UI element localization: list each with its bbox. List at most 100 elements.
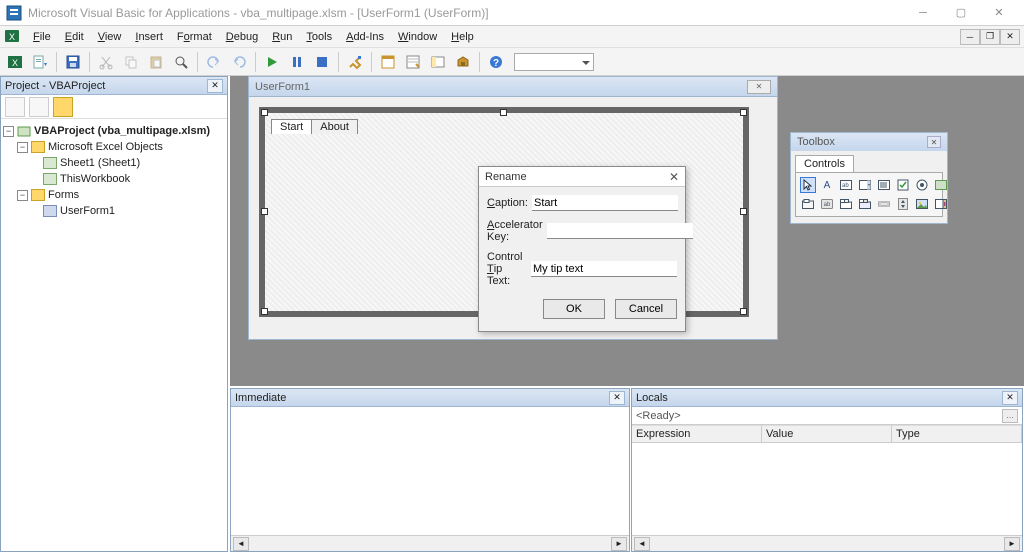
- form-designer-close-icon[interactable]: ✕: [747, 80, 771, 94]
- expand-icon[interactable]: −: [17, 190, 28, 201]
- multipage-tab-start[interactable]: Start: [271, 119, 312, 134]
- menu-edit[interactable]: Edit: [58, 29, 91, 45]
- label-tool[interactable]: A: [819, 177, 835, 193]
- multipage-control[interactable]: StartAbout: [271, 119, 357, 134]
- immediate-text[interactable]: [231, 407, 629, 535]
- find-button[interactable]: [170, 51, 192, 73]
- scroll-right[interactable]: ►: [611, 537, 627, 551]
- rename-dialog: Rename ✕ Caption: Accelerator Key: Contr…: [478, 166, 686, 332]
- image-tool[interactable]: [914, 196, 930, 212]
- scroll-right[interactable]: ►: [1004, 537, 1020, 551]
- refedit-tool[interactable]: [933, 196, 949, 212]
- select-objects-tool[interactable]: [800, 177, 816, 193]
- save-button[interactable]: [62, 51, 84, 73]
- cancel-button[interactable]: Cancel: [615, 299, 677, 319]
- tree-userform1[interactable]: UserForm1: [60, 205, 115, 217]
- run-button[interactable]: [261, 51, 283, 73]
- procedure-combo[interactable]: [514, 53, 594, 71]
- menu-run[interactable]: Run: [265, 29, 299, 45]
- menu-debug[interactable]: Debug: [219, 29, 265, 45]
- frame-tool[interactable]: [800, 196, 816, 212]
- toolbox-controls-tab[interactable]: Controls: [795, 155, 854, 172]
- properties-window-button[interactable]: [402, 51, 424, 73]
- reset-button[interactable]: [311, 51, 333, 73]
- undo-button[interactable]: [203, 51, 225, 73]
- locals-header[interactable]: Expression Value Type: [632, 425, 1022, 443]
- paste-button[interactable]: [145, 51, 167, 73]
- textbox-tool[interactable]: ab: [838, 177, 854, 193]
- folder-icon: [31, 141, 45, 153]
- insert-module-button[interactable]: [29, 51, 51, 73]
- cut-button[interactable]: [95, 51, 117, 73]
- scroll-left[interactable]: ◄: [634, 537, 650, 551]
- menu-tools[interactable]: Tools: [299, 29, 339, 45]
- design-mode-button[interactable]: [344, 51, 366, 73]
- optionbutton-tool[interactable]: [914, 177, 930, 193]
- resize-handle[interactable]: [740, 308, 747, 315]
- mdi-minimize-button[interactable]: ─: [960, 29, 980, 45]
- listbox-tool[interactable]: [876, 177, 892, 193]
- menu-file[interactable]: File: [26, 29, 58, 45]
- combobox-tool[interactable]: [857, 177, 873, 193]
- resize-handle[interactable]: [740, 208, 747, 215]
- menu-format[interactable]: Format: [170, 29, 219, 45]
- dialog-close-button[interactable]: ✕: [669, 170, 679, 184]
- resize-handle[interactable]: [500, 109, 507, 116]
- tree-group-objects[interactable]: Microsoft Excel Objects: [48, 141, 163, 153]
- expand-icon[interactable]: −: [3, 126, 14, 137]
- commandbutton-tool[interactable]: ab: [819, 196, 835, 212]
- locals-col-value[interactable]: Value: [762, 425, 892, 442]
- mdi-restore-button[interactable]: ❐: [980, 29, 1000, 45]
- toggle-folders-button[interactable]: [53, 97, 73, 117]
- multipage-tab-about[interactable]: About: [311, 119, 358, 134]
- copy-button[interactable]: [120, 51, 142, 73]
- menu-help[interactable]: Help: [444, 29, 481, 45]
- project-tree[interactable]: − VBAProject (vba_multipage.xlsm) − Micr…: [1, 119, 227, 551]
- view-code-button[interactable]: [5, 97, 25, 117]
- resize-handle[interactable]: [261, 109, 268, 116]
- menu-window[interactable]: Window: [391, 29, 444, 45]
- break-button[interactable]: [286, 51, 308, 73]
- multipage-tool[interactable]: [857, 196, 873, 212]
- toolbox-button[interactable]: [452, 51, 474, 73]
- menu-view[interactable]: View: [91, 29, 129, 45]
- object-browser-button[interactable]: [427, 51, 449, 73]
- menu-insert[interactable]: Insert: [128, 29, 170, 45]
- resize-handle[interactable]: [740, 109, 747, 116]
- resize-handle[interactable]: [261, 308, 268, 315]
- minimize-button[interactable]: ─: [904, 2, 942, 24]
- expand-icon[interactable]: −: [17, 142, 28, 153]
- locals-close[interactable]: ✕: [1002, 391, 1018, 405]
- locals-body[interactable]: [632, 443, 1022, 535]
- maximize-button[interactable]: ▢: [942, 2, 980, 24]
- tree-group-forms[interactable]: Forms: [48, 189, 79, 201]
- scrollbar-tool[interactable]: [876, 196, 892, 212]
- view-object-button[interactable]: [29, 97, 49, 117]
- accelerator-input[interactable]: [547, 223, 693, 239]
- project-explorer-button[interactable]: [377, 51, 399, 73]
- scroll-left[interactable]: ◄: [233, 537, 249, 551]
- toolbox-close[interactable]: ✕: [927, 136, 941, 148]
- immediate-close[interactable]: ✕: [609, 391, 625, 405]
- ok-button[interactable]: OK: [543, 299, 605, 319]
- tree-thisworkbook[interactable]: ThisWorkbook: [60, 173, 130, 185]
- checkbox-tool[interactable]: [895, 177, 911, 193]
- mdi-close-button[interactable]: ✕: [1000, 29, 1020, 45]
- close-button[interactable]: ✕: [980, 2, 1018, 24]
- menu-addins[interactable]: Add-Ins: [339, 29, 391, 45]
- controltip-input[interactable]: [531, 261, 677, 277]
- locals-col-type[interactable]: Type: [892, 425, 1022, 442]
- spinbutton-tool[interactable]: [895, 196, 911, 212]
- caption-input[interactable]: [532, 195, 678, 211]
- locals-col-expression[interactable]: Expression: [632, 425, 762, 442]
- togglebutton-tool[interactable]: [933, 177, 949, 193]
- locals-callstack-button[interactable]: …: [1002, 409, 1018, 423]
- tree-sheet1[interactable]: Sheet1 (Sheet1): [60, 157, 140, 169]
- resize-handle[interactable]: [261, 208, 268, 215]
- view-excel-button[interactable]: X: [4, 51, 26, 73]
- project-panel-close[interactable]: ✕: [207, 79, 223, 93]
- redo-button[interactable]: [228, 51, 250, 73]
- help-button[interactable]: ?: [485, 51, 507, 73]
- project-root[interactable]: VBAProject (vba_multipage.xlsm): [34, 125, 210, 137]
- tabstrip-tool[interactable]: [838, 196, 854, 212]
